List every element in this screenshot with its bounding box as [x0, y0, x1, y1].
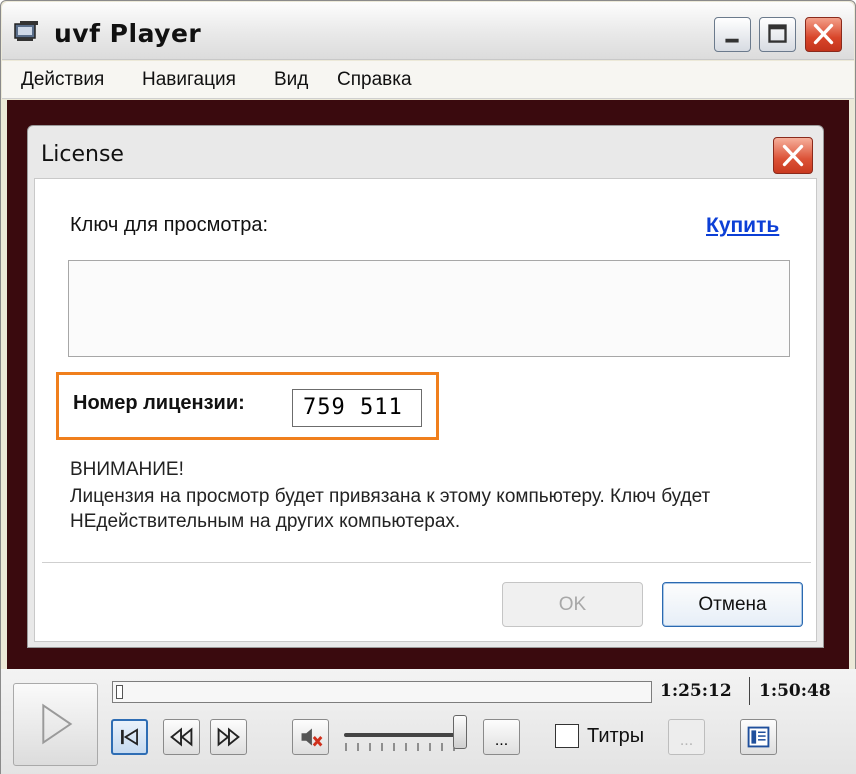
mute-button[interactable]: [292, 719, 329, 755]
menu-navigation[interactable]: Навигация: [142, 69, 236, 91]
app-icon: [14, 20, 40, 42]
minimize-icon: [725, 38, 739, 43]
volume-slider-thumb[interactable]: [453, 715, 467, 749]
license-number: 759 511: [292, 389, 422, 427]
subtitles-checkbox[interactable]: [555, 724, 579, 748]
play-button[interactable]: [13, 683, 98, 766]
main-window: uvf Player Действия Навигация Вид Справк…: [0, 0, 856, 774]
rewind-button[interactable]: [163, 719, 200, 755]
license-label: Номер лицензии:: [73, 392, 245, 414]
time-separator: [749, 677, 750, 705]
menu-help[interactable]: Справка: [337, 69, 412, 91]
playlist-icon: [747, 726, 770, 748]
warning-text: Лицензия на просмотр будет привязана к э…: [70, 486, 711, 532]
more-label: ...: [494, 732, 509, 749]
subtitles-options-button[interactable]: ...: [668, 719, 705, 755]
chapter-start-button[interactable]: [111, 719, 148, 755]
close-button[interactable]: [805, 17, 842, 52]
minimize-button[interactable]: [714, 17, 751, 52]
mute-icon: [301, 728, 323, 747]
subtitles-label: Титры: [587, 725, 645, 747]
fast-forward-button[interactable]: [210, 719, 247, 755]
key-label: Ключ для просмотра:: [70, 214, 269, 236]
menu-bar: Действия Навигация Вид Справка: [2, 61, 854, 99]
subtitles-options-label: ...: [679, 732, 694, 749]
cancel-button[interactable]: Отмена: [662, 582, 803, 627]
close-icon: [782, 144, 804, 167]
progress-bar[interactable]: [112, 681, 652, 703]
playlist-button[interactable]: [740, 719, 777, 755]
menu-view[interactable]: Вид: [274, 69, 308, 91]
dialog-body: Ключ для просмотра: Купить Номер лицензи…: [34, 178, 817, 642]
progress-thumb[interactable]: [116, 685, 123, 699]
chapter-start-icon: [121, 728, 138, 746]
window-title: uvf Player: [54, 19, 202, 48]
warning-title: ВНИМАНИЕ!: [70, 459, 184, 480]
total-time: 1:50:48: [759, 681, 831, 701]
volume-ticks: [345, 743, 455, 751]
license-number-highlight: Номер лицензии: 759 511: [56, 372, 439, 440]
menu-actions[interactable]: Действия: [21, 69, 104, 91]
maximize-icon: [768, 24, 787, 43]
divider: [42, 562, 811, 563]
license-dialog: License Ключ для просмотра: Купить Номер…: [27, 125, 824, 648]
buy-link[interactable]: Купить: [706, 214, 779, 238]
fast-forward-icon: [217, 727, 240, 747]
title-bar: uvf Player: [2, 2, 854, 60]
play-icon: [42, 703, 73, 745]
current-time: 1:25:12: [660, 681, 732, 701]
dialog-title: License: [41, 142, 124, 167]
volume-slider-track[interactable]: [344, 733, 466, 737]
maximize-button[interactable]: [759, 17, 796, 52]
ok-button[interactable]: OK: [502, 582, 643, 627]
key-input[interactable]: [68, 260, 790, 357]
close-icon: [813, 23, 834, 45]
player-controls: 1:25:12 1:50:48 ... Титры ...: [1, 669, 856, 774]
more-button[interactable]: ...: [483, 719, 520, 755]
dialog-close-button[interactable]: [773, 137, 813, 174]
rewind-icon: [170, 727, 193, 747]
